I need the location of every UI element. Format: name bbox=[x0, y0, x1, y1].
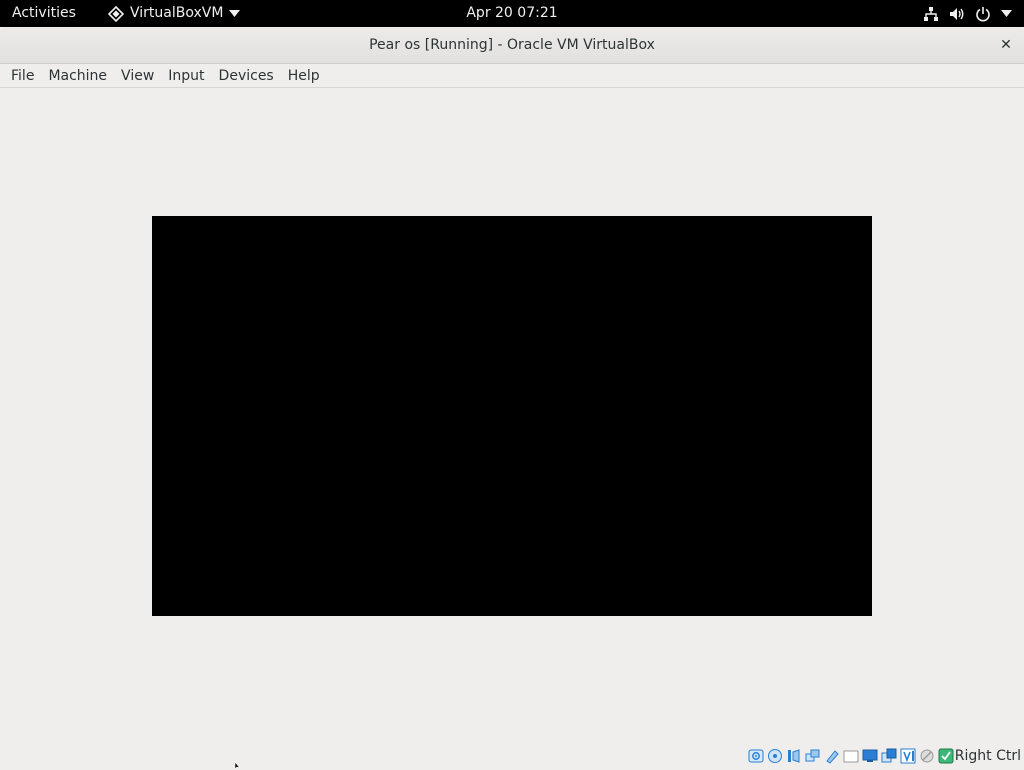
clock-button[interactable]: Apr 20 07:21 bbox=[466, 5, 557, 21]
network-wired-icon bbox=[924, 6, 938, 21]
menu-devices[interactable]: Devices bbox=[212, 64, 281, 88]
keyboard-icon[interactable] bbox=[938, 748, 954, 764]
usb-icon[interactable] bbox=[824, 748, 840, 764]
menu-machine[interactable]: Machine bbox=[41, 64, 114, 88]
menu-file[interactable]: File bbox=[4, 64, 41, 88]
close-icon: ✕ bbox=[1000, 37, 1012, 53]
vm-display[interactable] bbox=[152, 216, 872, 616]
gnome-top-bar: Activities VirtualBoxVM Apr 20 07:21 bbox=[0, 0, 1024, 27]
menu-view[interactable]: View bbox=[114, 64, 161, 88]
app-menu-button[interactable]: VirtualBoxVM bbox=[108, 0, 241, 27]
window-title: Pear os [Running] - Oracle VM VirtualBox bbox=[369, 37, 655, 53]
status-indicators bbox=[748, 748, 954, 764]
video-capture-icon[interactable] bbox=[881, 748, 897, 764]
status-bar: Right Ctrl bbox=[0, 744, 1024, 768]
system-tray[interactable] bbox=[923, 0, 1012, 27]
activities-button[interactable]: Activities bbox=[12, 0, 76, 27]
app-menu-label: VirtualBoxVM bbox=[130, 5, 224, 21]
host-key-label[interactable]: Right Ctrl bbox=[955, 744, 1021, 768]
chevron-down-icon bbox=[229, 10, 241, 17]
shared-folders-icon[interactable] bbox=[843, 748, 859, 764]
mouse-integration-icon[interactable] bbox=[919, 748, 935, 764]
display-icon[interactable] bbox=[862, 748, 878, 764]
hard-disk-icon[interactable] bbox=[748, 748, 764, 764]
close-window-button[interactable]: ✕ bbox=[996, 35, 1016, 55]
menu-input[interactable]: Input bbox=[161, 64, 211, 88]
vm-content-area bbox=[0, 89, 1024, 744]
network-icon[interactable] bbox=[805, 748, 821, 764]
optical-drive-icon[interactable] bbox=[767, 748, 783, 764]
menu-bar: File Machine View Input Devices Help bbox=[0, 64, 1024, 88]
vt-x-icon[interactable] bbox=[900, 748, 916, 764]
mouse-cursor-icon bbox=[235, 762, 241, 770]
menu-help[interactable]: Help bbox=[281, 64, 327, 88]
chevron-down-icon bbox=[1001, 10, 1012, 17]
audio-icon[interactable] bbox=[786, 748, 802, 764]
volume-icon bbox=[950, 7, 964, 20]
virtualbox-app-icon bbox=[108, 5, 124, 22]
power-icon bbox=[976, 6, 990, 21]
window-title-bar[interactable]: Pear os [Running] - Oracle VM VirtualBox… bbox=[0, 27, 1024, 64]
